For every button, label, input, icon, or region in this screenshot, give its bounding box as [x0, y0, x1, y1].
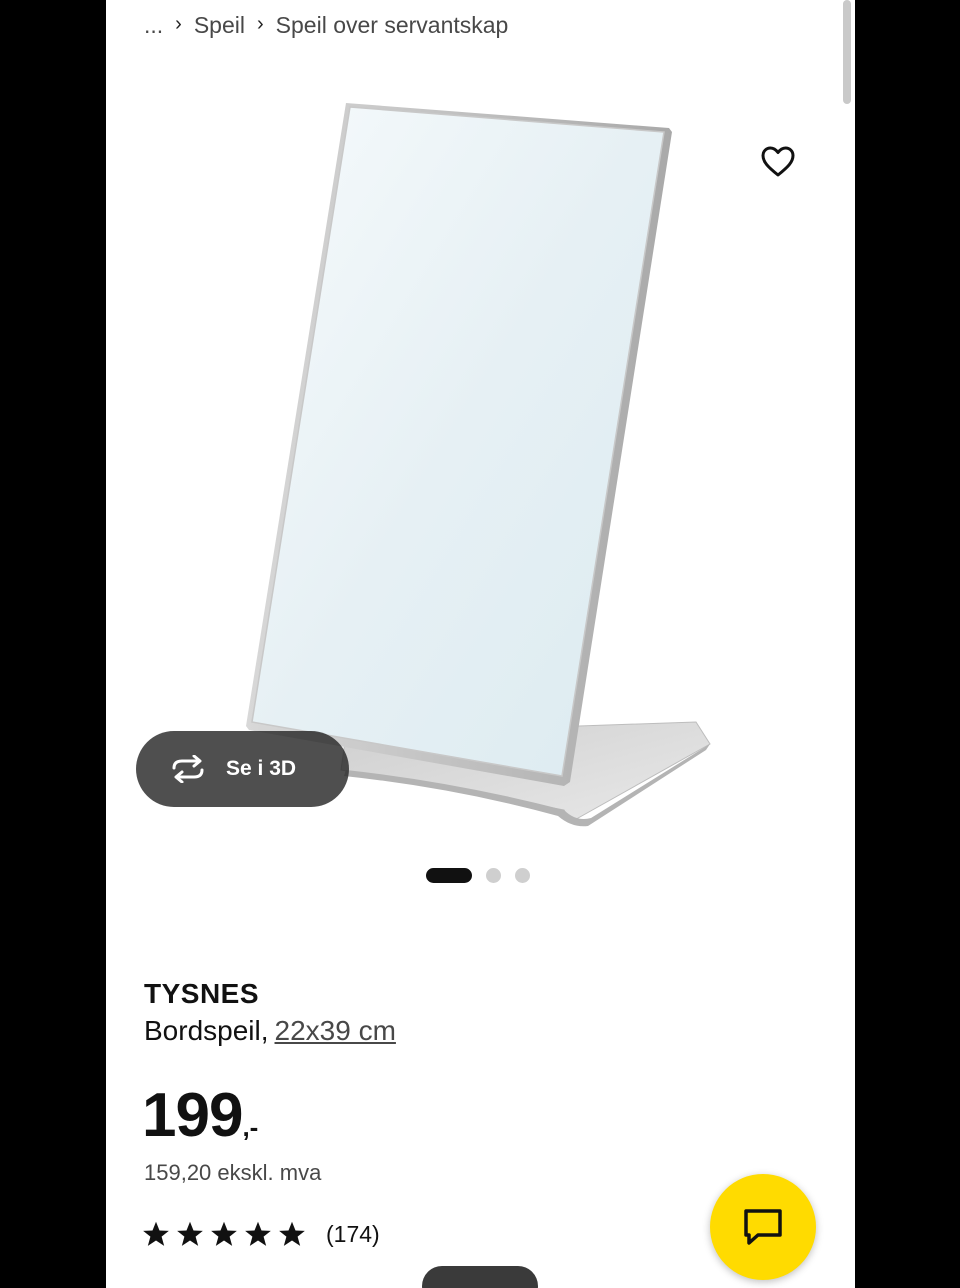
star-icon [245, 1221, 271, 1246]
price-suffix: ,- [242, 1112, 259, 1142]
chat-icon [744, 1209, 782, 1245]
product-name: TYSNES [144, 978, 260, 1009]
product-rating[interactable]: (174) [142, 1220, 380, 1248]
chevron-right-icon: › [175, 12, 182, 35]
gallery-dot-1[interactable] [426, 867, 472, 883]
favourite-button[interactable] [746, 130, 810, 194]
heart-icon [761, 146, 795, 177]
product-size-link[interactable]: 22x39 cm [275, 1015, 396, 1046]
price-value: 199 [142, 1081, 243, 1150]
rotate-3d-icon [172, 755, 204, 783]
bottom-floating-button[interactable] [422, 1266, 538, 1288]
star-icon [279, 1221, 305, 1246]
breadcrumb: ... › Speil › Speil over servantskap [144, 10, 508, 40]
star-icon [143, 1221, 169, 1246]
star-icon [177, 1221, 203, 1246]
gallery-dot-3[interactable] [515, 867, 530, 883]
breadcrumb-ellipsis[interactable]: ... [144, 12, 163, 39]
product-page: ... › Speil › Speil over servantskap Se … [106, 0, 855, 1288]
breadcrumb-item-speil-over-servantskap[interactable]: Speil over servantskap [276, 12, 509, 39]
scrollbar[interactable] [843, 0, 851, 104]
chat-button[interactable] [710, 1174, 816, 1280]
gallery-dot-2[interactable] [486, 867, 501, 883]
star-icon [211, 1221, 237, 1246]
product-description: Bordspeil, 22x39 cm [144, 1015, 396, 1047]
chevron-right-icon: › [257, 12, 264, 35]
view-3d-label: Se i 3D [226, 757, 297, 780]
breadcrumb-item-speil[interactable]: Speil [194, 12, 245, 39]
price-ex-vat: 159,20 ekskl. mva [144, 1160, 322, 1185]
product-price: 199,- [142, 1080, 258, 1151]
review-count: (174) [326, 1220, 380, 1247]
view-3d-button[interactable]: Se i 3D [136, 731, 349, 807]
gallery-pagination [426, 867, 530, 883]
product-type: Bordspeil, [144, 1015, 269, 1046]
